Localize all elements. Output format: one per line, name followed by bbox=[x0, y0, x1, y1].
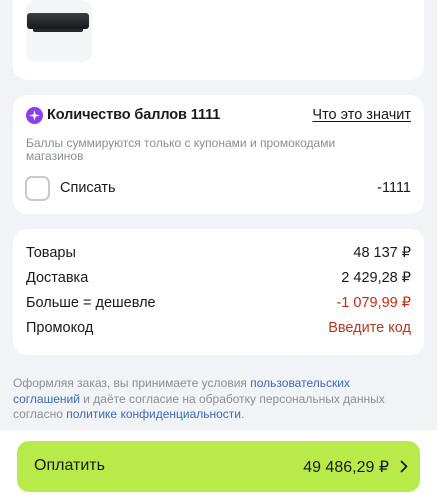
writeoff-checkbox[interactable] bbox=[25, 176, 50, 201]
delivery-value: 2 429,28 ₽ bbox=[341, 270, 411, 286]
promo-code-link[interactable]: Введите код bbox=[328, 320, 411, 336]
chevron-right-icon bbox=[400, 460, 408, 478]
star-badge-icon bbox=[26, 107, 43, 124]
product-thumbnail[interactable] bbox=[26, 0, 92, 62]
goods-value: 48 137 ₽ bbox=[353, 245, 411, 261]
goods-label: Товары bbox=[26, 245, 76, 261]
summary-row-goods: Товары 48 137 ₽ bbox=[26, 245, 411, 263]
points-note: Баллы суммируются только с купонами и пр… bbox=[26, 136, 336, 163]
discount-label: Больше = дешевле bbox=[26, 295, 156, 311]
checkout-bar: Оплатить 49 486,29 ₽ bbox=[0, 430, 437, 500]
legal-text-3: . bbox=[241, 407, 245, 421]
summary-row-promo: Промокод Введите код bbox=[26, 320, 411, 338]
pay-amount: 49 486,29 ₽ bbox=[303, 459, 389, 476]
legal-text-1: Оформляя заказ, вы принимаете условия bbox=[13, 376, 251, 390]
summary-row-delivery: Доставка 2 429,28 ₽ bbox=[26, 270, 411, 288]
points-title: Количество баллов 1111 bbox=[47, 107, 221, 123]
pay-label: Оплатить bbox=[34, 457, 105, 474]
delivery-label: Доставка bbox=[26, 270, 89, 286]
summary-row-discount: Больше = дешевле -1 079,99 ₽ bbox=[26, 295, 411, 313]
points-info-link[interactable]: Что это значит bbox=[312, 107, 411, 123]
product-card bbox=[13, 0, 424, 80]
pay-button[interactable]: Оплатить 49 486,29 ₽ bbox=[17, 441, 420, 492]
order-summary-card: Товары 48 137 ₽ Доставка 2 429,28 ₽ Боль… bbox=[13, 229, 424, 355]
writeoff-value: -1111 bbox=[377, 180, 411, 196]
promo-label: Промокод bbox=[26, 320, 94, 336]
legal-notice: Оформляя заказ, вы принимаете условия по… bbox=[13, 376, 418, 423]
privacy-policy-link[interactable]: политике конфиденциальности bbox=[66, 407, 241, 421]
writeoff-label: Списать bbox=[60, 180, 116, 196]
product-image bbox=[27, 13, 89, 32]
discount-value: -1 079,99 ₽ bbox=[336, 295, 411, 311]
points-card: Количество баллов 1111 Что это значит Ба… bbox=[13, 95, 424, 214]
